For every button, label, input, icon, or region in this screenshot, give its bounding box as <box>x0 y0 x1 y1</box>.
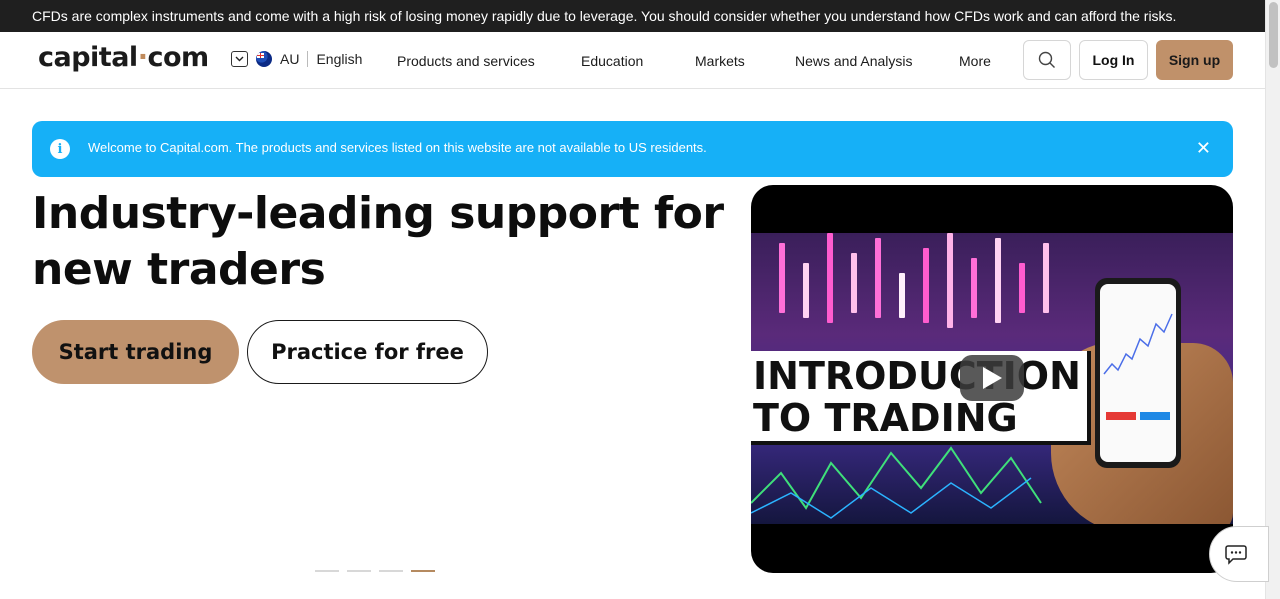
nav-education[interactable]: Education <box>581 53 643 69</box>
region-code[interactable]: AU <box>280 51 299 67</box>
phone-mockup <box>1095 278 1181 468</box>
video-title-line-1: INTRODUCTION <box>753 354 1081 398</box>
australia-flag-icon <box>256 51 272 67</box>
scrollbar-thumb[interactable] <box>1269 2 1278 68</box>
carousel-dot[interactable] <box>347 570 371 572</box>
nav-markets[interactable]: Markets <box>695 53 745 69</box>
risk-warning-bar: CFDs are complex instruments and come wi… <box>0 0 1265 32</box>
video-title-line-2: TO TRADING <box>753 396 1018 440</box>
risk-warning-text: CFDs are complex instruments and come wi… <box>32 8 1177 24</box>
hero-title: Industry-leading support for new traders <box>32 188 724 295</box>
chat-bubble-icon <box>1225 545 1247 565</box>
nav-news-and-analysis[interactable]: News and Analysis <box>795 53 913 69</box>
language-label[interactable]: English <box>316 51 362 67</box>
intro-video-player[interactable]: INTRODUCTION TO TRADING <box>751 185 1233 573</box>
locale-selector[interactable]: AU English <box>231 51 362 67</box>
play-button[interactable] <box>960 355 1024 401</box>
search-icon <box>1038 51 1055 68</box>
notice-text: Welcome to Capital.com. The products and… <box>88 140 707 155</box>
start-trading-button[interactable]: Start trading <box>32 320 239 384</box>
play-icon <box>983 367 1002 389</box>
info-icon: i <box>50 139 70 159</box>
page-scrollbar[interactable] <box>1265 0 1280 599</box>
nav-more[interactable]: More <box>959 53 991 69</box>
us-residents-notice: i Welcome to Capital.com. The products a… <box>32 121 1233 177</box>
site-header: capital·com AU English Products and serv… <box>0 32 1265 89</box>
logo-text-tail: com <box>147 42 209 73</box>
carousel-dot[interactable] <box>379 570 403 572</box>
capital-com-logo[interactable]: capital·com <box>38 42 209 73</box>
signup-button[interactable]: Sign up <box>1156 40 1233 80</box>
chevron-down-icon[interactable] <box>231 51 248 67</box>
login-button[interactable]: Log In <box>1079 40 1148 80</box>
chat-button[interactable] <box>1209 526 1269 582</box>
nav-products-and-services[interactable]: Products and services <box>397 53 535 69</box>
carousel-dot[interactable] <box>315 570 339 572</box>
video-overlay-title: INTRODUCTION TO TRADING <box>751 351 1091 445</box>
carousel-dot-active[interactable] <box>411 570 435 572</box>
search-button[interactable] <box>1023 40 1071 80</box>
locale-divider <box>307 51 309 67</box>
carousel-indicators <box>315 570 435 572</box>
logo-text-main: capital <box>38 42 138 73</box>
practice-for-free-button[interactable]: Practice for free <box>247 320 488 384</box>
close-icon[interactable]: ✕ <box>1196 138 1211 159</box>
logo-dot: · <box>137 42 148 73</box>
